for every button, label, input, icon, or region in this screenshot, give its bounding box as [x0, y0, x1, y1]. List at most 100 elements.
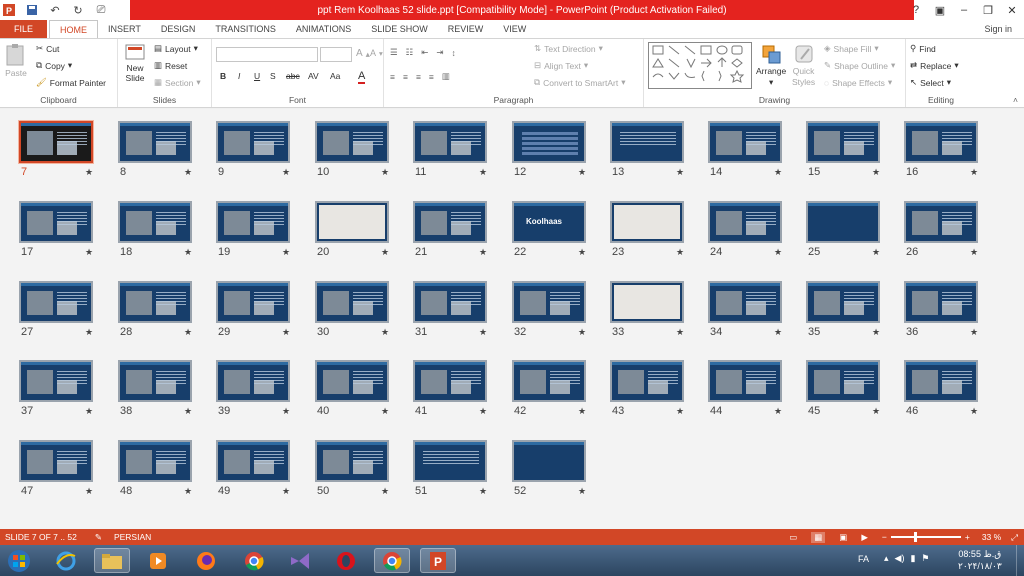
italic-button[interactable]: I: [238, 71, 240, 81]
sign-in-link[interactable]: Sign in: [984, 20, 1012, 38]
transition-star-icon[interactable]: ★: [85, 406, 93, 417]
arrange-button[interactable]: Arrange ▾: [756, 43, 786, 88]
slide-thumbnail[interactable]: [19, 121, 93, 163]
slide-thumbnail[interactable]: [806, 281, 880, 323]
collapse-ribbon-icon[interactable]: ˄: [1013, 95, 1018, 105]
firefox-icon[interactable]: [188, 548, 224, 573]
slide-thumbnail[interactable]: [610, 201, 684, 243]
transition-star-icon[interactable]: ★: [479, 327, 487, 338]
transition-star-icon[interactable]: ★: [184, 247, 192, 258]
slide-thumbnail[interactable]: [216, 281, 290, 323]
slide-thumbnail[interactable]: [512, 360, 586, 402]
columns-icon[interactable]: ▥: [442, 71, 450, 82]
slide-thumbnail[interactable]: [118, 360, 192, 402]
minimize-icon[interactable]: –: [952, 0, 976, 20]
slide-thumbnail[interactable]: [708, 360, 782, 402]
slide-thumbnail[interactable]: [216, 121, 290, 163]
line-spacing-icon[interactable]: ↕: [452, 48, 456, 58]
transition-star-icon[interactable]: ★: [774, 167, 782, 178]
slide-thumbnail-item[interactable]: 49 ★: [216, 440, 314, 498]
transition-star-icon[interactable]: ★: [282, 167, 290, 178]
normal-view-icon[interactable]: ▭: [789, 532, 797, 543]
slide-thumbnail[interactable]: [19, 281, 93, 323]
transition-star-icon[interactable]: ★: [85, 247, 93, 258]
fit-to-window-icon[interactable]: ⤢: [1011, 532, 1018, 543]
transition-star-icon[interactable]: ★: [282, 406, 290, 417]
zoom-in-icon[interactable]: +: [965, 532, 970, 542]
slide-thumbnail[interactable]: [216, 440, 290, 482]
input-language[interactable]: FA: [858, 554, 869, 564]
slide-thumbnail[interactable]: [610, 281, 684, 323]
increase-indent-icon[interactable]: ⇥: [436, 47, 443, 58]
slide-thumbnail-item[interactable]: 47 ★: [19, 440, 117, 498]
slide-thumbnail-item[interactable]: 46 ★: [904, 360, 1002, 418]
transition-star-icon[interactable]: ★: [774, 327, 782, 338]
tab-view[interactable]: VIEW: [493, 20, 536, 38]
slide-thumbnail-item[interactable]: 32 ★: [512, 281, 610, 339]
align-left-icon[interactable]: ≡: [390, 72, 395, 82]
tab-transitions[interactable]: TRANSITIONS: [205, 20, 286, 38]
slide-thumbnail[interactable]: [512, 440, 586, 482]
visual-studio-icon[interactable]: [282, 548, 318, 573]
transition-star-icon[interactable]: ★: [85, 327, 93, 338]
slide-thumbnail[interactable]: [118, 281, 192, 323]
slide-thumbnail-item[interactable]: 38 ★: [118, 360, 216, 418]
opera-icon[interactable]: [328, 548, 364, 573]
help-icon[interactable]: ?: [904, 0, 928, 20]
slide-thumbnail-item[interactable]: 15 ★: [806, 121, 904, 179]
font-color-button[interactable]: A: [358, 70, 366, 84]
transition-star-icon[interactable]: ★: [676, 406, 684, 417]
chrome-profile-icon[interactable]: [374, 548, 410, 573]
language-indicator[interactable]: PERSIAN: [114, 532, 151, 542]
transition-star-icon[interactable]: ★: [479, 167, 487, 178]
increase-font-icon[interactable]: A ▴: [356, 48, 370, 59]
internet-explorer-icon[interactable]: [48, 548, 84, 573]
slideshow-view-icon[interactable]: ▶: [861, 532, 868, 543]
slide-thumbnail-item[interactable]: 19 ★: [216, 201, 314, 259]
slide-thumbnail-item[interactable]: 13 ★: [610, 121, 708, 179]
tab-slide-show[interactable]: SLIDE SHOW: [361, 20, 438, 38]
shape-effects-button[interactable]: ◌ Shape Effects ▾: [824, 77, 892, 88]
tab-home[interactable]: HOME: [49, 20, 99, 38]
new-slide-button[interactable]: New Slide: [124, 43, 146, 83]
zoom-out-icon[interactable]: −: [882, 532, 887, 542]
slide-thumbnail-item[interactable]: 52 ★: [512, 440, 610, 498]
transition-star-icon[interactable]: ★: [578, 327, 586, 338]
select-button[interactable]: ↖ Select ▾: [910, 77, 951, 88]
slide-thumbnail[interactable]: [19, 201, 93, 243]
transition-star-icon[interactable]: ★: [184, 167, 192, 178]
slide-thumbnail[interactable]: [19, 360, 93, 402]
convert-smartart-button[interactable]: ⧉ Convert to SmartArt ▾: [534, 77, 625, 88]
reading-view-icon[interactable]: ▣: [839, 532, 847, 543]
transition-star-icon[interactable]: ★: [381, 327, 389, 338]
slide-thumbnail[interactable]: [315, 440, 389, 482]
character-spacing-button[interactable]: AV: [308, 71, 319, 81]
bullets-icon[interactable]: ☰: [390, 47, 398, 58]
change-case-button[interactable]: Aa: [330, 71, 340, 81]
justify-icon[interactable]: ≡: [429, 72, 434, 82]
transition-star-icon[interactable]: ★: [578, 247, 586, 258]
slide-thumbnail[interactable]: [806, 201, 880, 243]
tab-animations[interactable]: ANIMATIONS: [286, 20, 361, 38]
redo-icon[interactable]: ↻: [71, 3, 85, 17]
transition-star-icon[interactable]: ★: [479, 406, 487, 417]
transition-star-icon[interactable]: ★: [381, 167, 389, 178]
shape-outline-button[interactable]: ✎ Shape Outline ▾: [824, 60, 895, 71]
slide-thumbnail-item[interactable]: 45 ★: [806, 360, 904, 418]
slide-thumbnail-item[interactable]: 39 ★: [216, 360, 314, 418]
slide-thumbnail-item[interactable]: 33 ★: [610, 281, 708, 339]
ribbon-display-icon[interactable]: ▣: [928, 0, 952, 20]
tab-insert[interactable]: INSERT: [98, 20, 151, 38]
slide-thumbnail-item[interactable]: 27 ★: [19, 281, 117, 339]
slide-thumbnail-item[interactable]: 14 ★: [708, 121, 806, 179]
slide-thumbnail[interactable]: [708, 201, 782, 243]
file-explorer-icon[interactable]: [94, 548, 130, 573]
slide-thumbnail-item[interactable]: 35 ★: [806, 281, 904, 339]
transition-star-icon[interactable]: ★: [578, 167, 586, 178]
transition-star-icon[interactable]: ★: [184, 327, 192, 338]
transition-star-icon[interactable]: ★: [872, 247, 880, 258]
slide-thumbnail-item[interactable]: 18 ★: [118, 201, 216, 259]
transition-star-icon[interactable]: ★: [676, 247, 684, 258]
tab-design[interactable]: DESIGN: [151, 20, 206, 38]
slide-thumbnail-item[interactable]: 9 ★: [216, 121, 314, 179]
